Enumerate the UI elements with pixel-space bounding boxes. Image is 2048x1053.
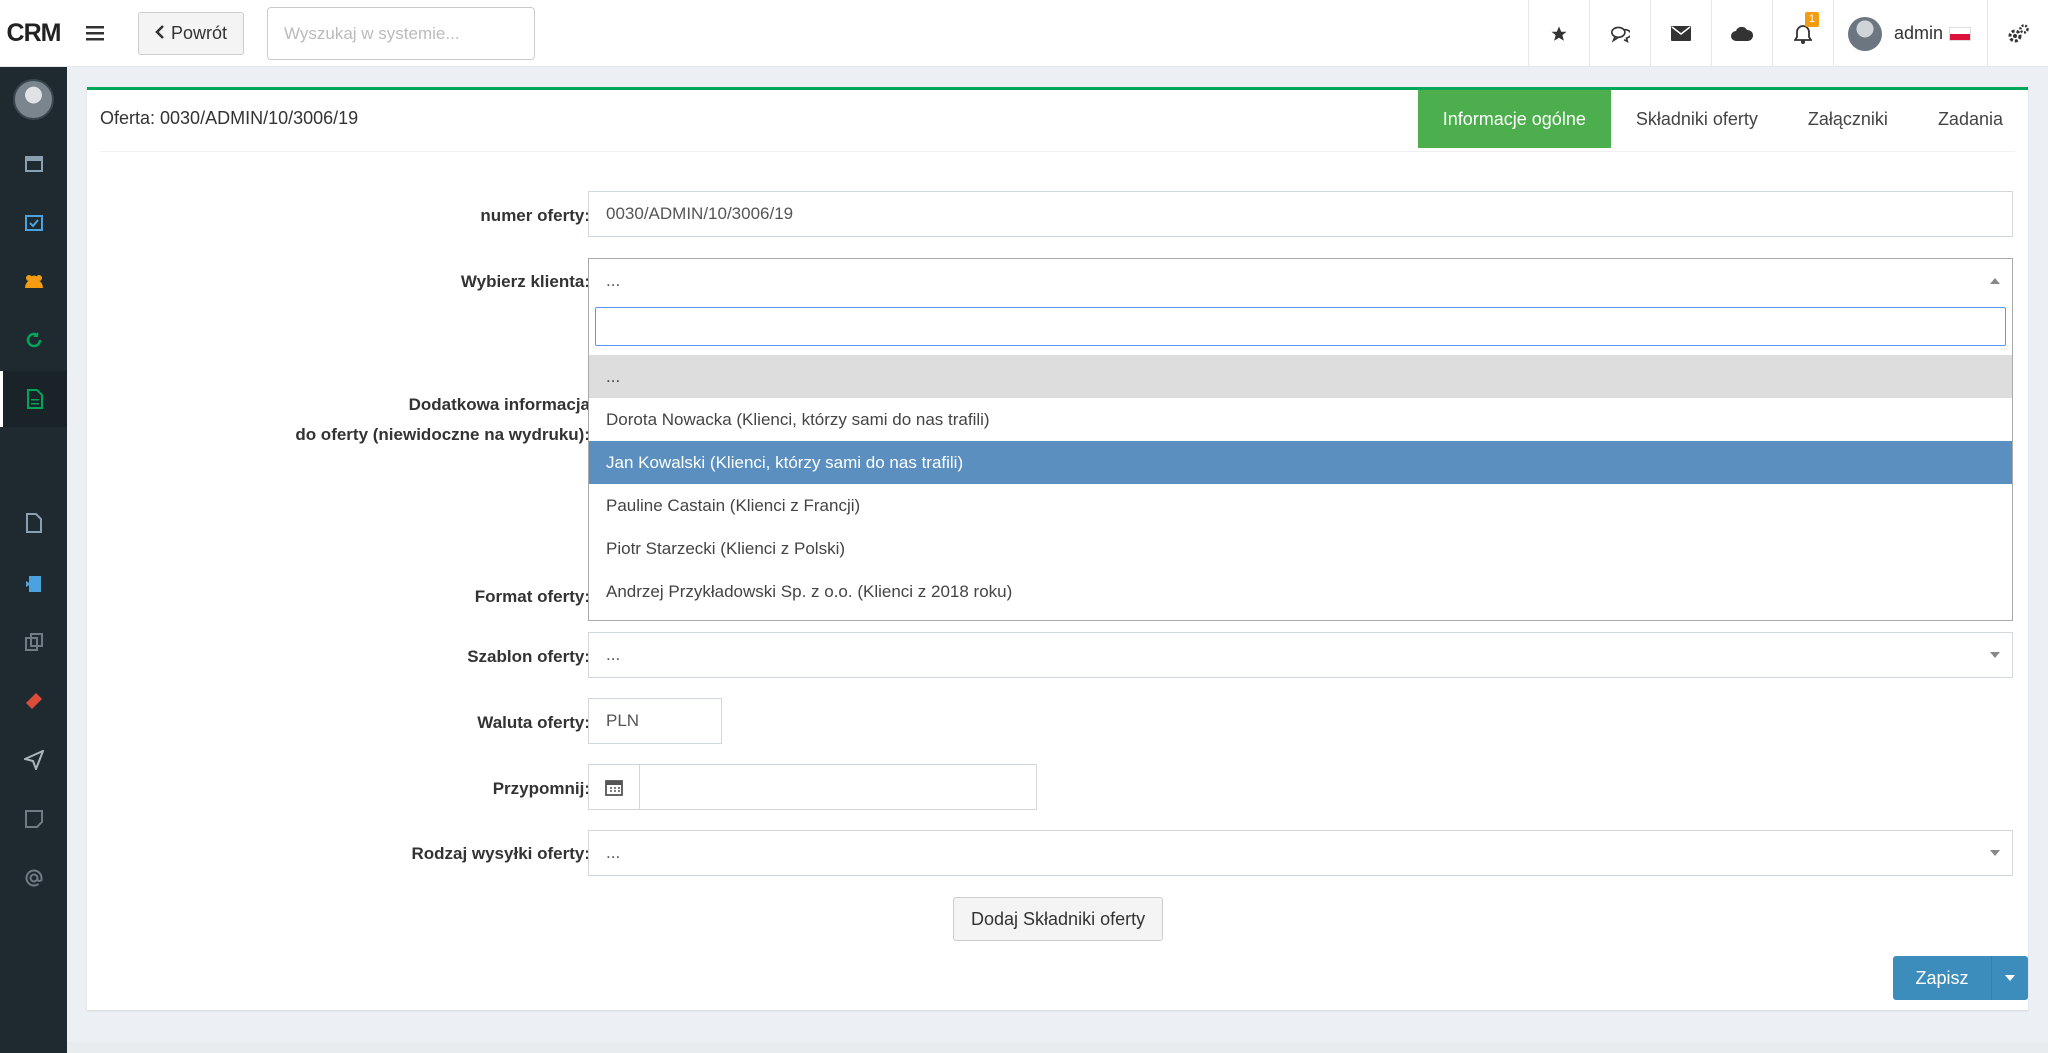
shipping-select-value: ... [606,843,621,862]
client-label: Wybierz klienta: [460,272,590,291]
add-offer-components-button[interactable]: Dodaj Składniki oferty [953,897,1164,941]
template-select[interactable]: ... [588,632,2013,678]
users-icon[interactable] [0,253,67,309]
notification-badge: 1 [1804,12,1819,27]
note-icon[interactable] [0,791,67,847]
hamburger-menu-icon[interactable] [67,0,123,67]
logo[interactable]: CRM [0,0,67,67]
chat-icon[interactable] [1588,0,1650,67]
client-option[interactable]: Pauline Castain (Klienci z Francji) [589,484,2012,527]
avatar [1847,16,1882,51]
top-bar: CRM Powrót 1 admin [0,0,2048,67]
additional-info-label-line1: Dodatkowa informacja [408,395,590,414]
shipping-label: Rodzaj wysyłki oferty: [411,844,590,863]
settings-gears-icon[interactable] [1987,0,2048,67]
sidebar [0,67,67,1053]
envelope-icon[interactable] [1649,0,1711,67]
cloud-icon[interactable] [1710,0,1772,67]
remind-date-group [588,764,1037,810]
tab-tasks[interactable]: Zadania [1913,90,2028,148]
client-option-highlighted[interactable]: Jan Kowalski (Klienci, którzy sami do na… [589,441,2012,484]
tab-general-info[interactable]: Informacje ogólne [1417,90,1611,148]
client-select-value: ... [606,270,621,290]
user-menu[interactable]: admin [1832,0,1987,67]
caret-down-icon [1990,652,2000,658]
refresh-icon[interactable] [0,312,67,368]
panel-divider [100,151,2015,152]
offer-number-value: 0030/ADMIN/10/3006/19 [606,204,794,223]
shipping-select[interactable]: ... [588,830,2013,876]
global-search-input[interactable] [267,7,535,60]
additional-info-label-line2: do oferty (niewidoczne na wydruku): [295,425,590,444]
star-icon[interactable] [1527,0,1589,67]
footer-strip [67,1042,2048,1053]
client-search-input[interactable] [595,307,2006,346]
save-button-group: Zapisz [1893,956,2028,1000]
offer-number-field[interactable]: 0030/ADMIN/10/3006/19 [588,191,2013,237]
remind-date-input[interactable] [640,765,1036,809]
currency-field[interactable]: PLN [588,698,722,744]
document-icon[interactable] [0,371,67,427]
clipboard-icon[interactable] [0,555,67,611]
offer-number-label: numer oferty: [480,206,590,225]
copy-icon[interactable] [0,614,67,670]
client-select[interactable]: ... [588,258,2013,302]
pdf-icon[interactable] [0,495,67,551]
remind-label: Przypomnij: [492,779,590,798]
send-icon[interactable] [0,732,67,788]
calendar-check-icon[interactable] [0,194,67,250]
back-button-label: Powrót [171,23,228,43]
at-icon[interactable] [0,850,67,906]
template-select-value: ... [606,645,621,664]
client-option[interactable]: ... [589,355,2012,398]
client-option[interactable]: Dorota Nowacka (Klienci, którzy sami do … [589,398,2012,441]
chevron-left-icon [155,23,165,44]
caret-down-icon [2005,975,2015,981]
currency-label: Waluta oferty: [477,713,590,732]
client-dropdown: ... Dorota Nowacka (Klienci, którzy sami… [588,301,2013,621]
tab-attachments[interactable]: Załączniki [1783,90,1913,148]
caret-down-icon [1990,850,2000,856]
format-label: Format oferty: [474,587,590,606]
sidebar-avatar[interactable] [13,79,54,120]
back-button[interactable]: Powrót [138,12,245,55]
template-label: Szablon oferty: [467,647,590,666]
bell-icon[interactable]: 1 [1771,0,1833,67]
tab-bar: Informacje ogólne Składniki oferty Załąc… [1417,90,2028,148]
client-option[interactable]: Andrzej Przykładowski Sp. z o.o. (Klienc… [589,570,2012,613]
currency-value: PLN [606,711,640,730]
ticket-icon[interactable] [0,673,67,729]
calendar-icon[interactable] [589,765,640,809]
top-nav-right: 1 admin [1527,0,2048,67]
save-dropdown-toggle[interactable] [1992,956,2028,1000]
client-options-list: ... Dorota Nowacka (Klienci, którzy sami… [589,355,2012,613]
calendar-icon[interactable] [0,135,67,191]
user-name: admin [1893,23,1943,43]
page-title: Oferta: 0030/ADMIN/10/3006/19 [100,108,359,128]
tab-offer-components[interactable]: Składniki oferty [1611,90,1783,148]
client-option[interactable]: Piotr Starzecki (Klienci z Polski) [589,527,2012,570]
caret-up-icon [1990,277,2000,284]
offer-panel: Oferta: 0030/ADMIN/10/3006/19 Informacje… [87,87,2028,1010]
poland-flag-icon [1949,26,1971,41]
save-button[interactable]: Zapisz [1893,956,1992,1000]
